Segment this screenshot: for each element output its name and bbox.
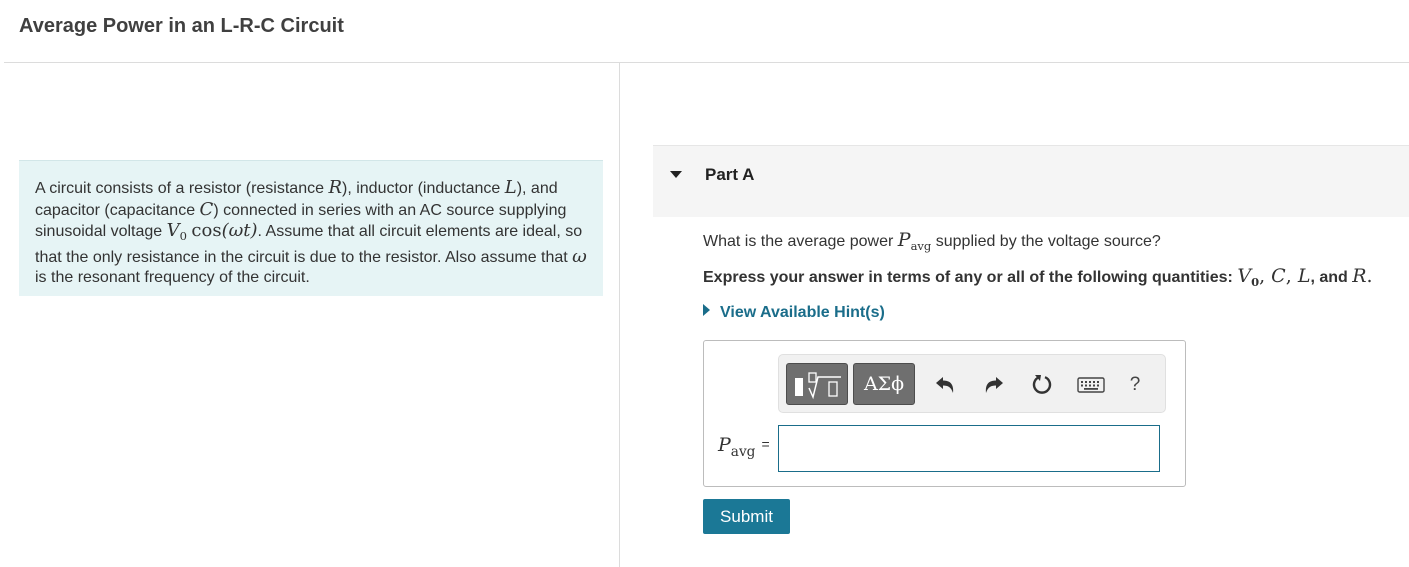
collapse-caret-icon[interactable] [670,171,682,178]
separator: , [1285,265,1298,287]
question-segment: What is the average power [703,233,898,250]
help-button[interactable]: ? [1120,370,1150,400]
var-v-subscript: 0 [179,229,187,244]
question-segment: supplied by the voltage source? [931,233,1161,250]
var-omega: ω [572,245,587,267]
period: . [1366,265,1373,287]
problem-text: ), inductor (inductance [342,180,505,197]
title-divider [4,62,1409,63]
var-p-subscript: avg [730,443,756,460]
title-bar: Average Power in an L-R-C Circuit [0,0,1409,63]
math-toolbar: ΑΣϕ ? [778,354,1166,413]
reset-icon [1032,375,1052,394]
var-r: R [1352,265,1367,287]
expand-caret-icon [703,304,710,316]
templates-button[interactable] [786,363,848,405]
answer-label: Pavg = [718,434,770,460]
part-a-header[interactable]: Part A [653,145,1409,217]
view-hints-link[interactable]: View Available Hint(s) [703,304,885,322]
cos-function: cos [191,220,222,241]
answer-panel: ΑΣϕ ? Pavg = [703,340,1186,487]
var-r: R [328,177,342,198]
var-c: C [1271,265,1286,287]
var-p-subscript: avg [910,239,932,254]
problem-statement: A circuit consists of a resistor (resist… [19,160,603,296]
separator: , and [1310,269,1353,286]
separator: , [1259,265,1272,287]
page-title: Average Power in an L-R-C Circuit [19,15,344,37]
var-l: L [504,177,517,198]
var-l: L [1297,265,1311,287]
reset-button[interactable] [1027,370,1057,400]
equals-sign: = [761,436,770,452]
answer-instructions: Express your answer in terms of any or a… [703,265,1373,289]
redo-icon [985,377,1003,393]
redo-button[interactable] [978,370,1008,400]
undo-button[interactable] [931,370,961,400]
cos-argument: (ωt) [221,220,258,241]
hint-label: View Available Hint(s) [720,304,885,321]
keyboard-icon [1077,377,1105,393]
var-p: P [897,229,911,251]
problem-text: is the resonant frequency of the circuit… [35,269,310,287]
var-p: P [718,434,731,456]
part-label: Part A [705,165,755,184]
var-c: C [199,198,214,220]
keyboard-button[interactable] [1075,370,1107,400]
problem-text: A circuit consists of a resistor (resist… [35,180,329,197]
instruction-segment: Express your answer in terms of any or a… [703,269,1238,286]
templates-icon [795,372,841,400]
submit-button[interactable]: Submit [703,499,790,534]
symbols-button[interactable]: ΑΣϕ [853,363,915,405]
var-v: V [166,220,180,241]
column-divider [619,63,620,567]
undo-icon [936,377,954,393]
var-v-subscript: 0 [1251,275,1260,290]
question-text: What is the average power Pavg supplied … [703,229,1161,253]
var-v: V [1237,265,1252,287]
answer-input[interactable] [778,425,1160,472]
